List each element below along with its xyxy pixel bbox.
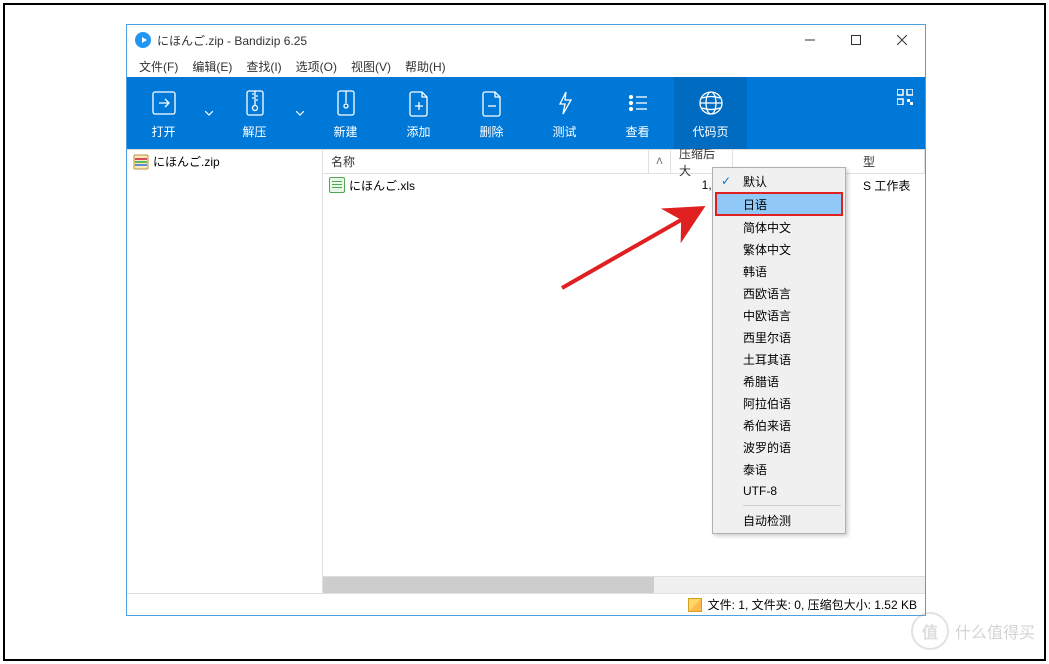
extract-chevron[interactable]: [291, 77, 309, 149]
codepage-icon: [695, 87, 727, 119]
statusbar: 文件: 1, 文件夹: 0, 压缩包大小: 1.52 KB: [127, 593, 925, 615]
test-button[interactable]: 测试: [528, 77, 601, 149]
tree-root-label: にほんご.zip: [153, 153, 220, 170]
extract-label: 解压: [242, 123, 266, 140]
dd-traditional-chinese[interactable]: 繁体中文: [715, 238, 843, 260]
close-button[interactable]: [879, 25, 925, 55]
menu-help[interactable]: 帮助(H): [399, 56, 452, 77]
check-icon: ✓: [721, 174, 731, 188]
qr-icon[interactable]: [885, 77, 925, 149]
add-button[interactable]: 添加: [382, 77, 455, 149]
horizontal-scrollbar[interactable]: [323, 576, 925, 593]
menu-file[interactable]: 文件(F): [133, 56, 184, 77]
dropdown-separator: [743, 505, 841, 506]
file-name: にほんご.xls: [349, 177, 649, 194]
dd-default[interactable]: ✓ 默认: [715, 170, 843, 192]
view-icon: [622, 87, 654, 119]
test-label: 测试: [552, 123, 576, 140]
view-button[interactable]: 查看: [601, 77, 674, 149]
dd-korean[interactable]: 韩语: [715, 260, 843, 282]
delete-button[interactable]: 删除: [455, 77, 528, 149]
dd-central-european[interactable]: 中欧语言: [715, 304, 843, 326]
dd-arabic[interactable]: 阿拉伯语: [715, 392, 843, 414]
open-chevron[interactable]: [200, 77, 218, 149]
codepage-dropdown: ✓ 默认 日语 简体中文 繁体中文 韩语 西欧语言 中欧语言 西里尔语 土耳其语…: [712, 167, 846, 534]
watermark: 值 什么值得买: [911, 612, 1035, 650]
menu-find[interactable]: 查找(I): [240, 56, 287, 77]
codepage-button[interactable]: 代码页: [674, 77, 747, 149]
menu-edit[interactable]: 编辑(E): [186, 56, 238, 77]
col-sort-indicator[interactable]: ᐱ: [649, 150, 671, 173]
status-text: 文件: 1, 文件夹: 0, 压缩包大小: 1.52 KB: [708, 596, 917, 613]
open-icon: [148, 87, 180, 119]
dd-utf8[interactable]: UTF-8: [715, 480, 843, 502]
status-icon: [688, 598, 702, 612]
dd-baltic[interactable]: 波罗的语: [715, 436, 843, 458]
codepage-label: 代码页: [692, 123, 728, 140]
open-label: 打开: [151, 123, 175, 140]
dd-simplified-chinese[interactable]: 简体中文: [715, 216, 843, 238]
archive-icon: [133, 154, 149, 170]
test-icon: [549, 87, 581, 119]
dd-thai[interactable]: 泰语: [715, 458, 843, 480]
new-icon: [330, 87, 362, 119]
open-button[interactable]: 打开: [127, 77, 200, 149]
extract-button[interactable]: 解压: [218, 77, 291, 149]
menubar: 文件(F) 编辑(E) 查找(I) 选项(O) 视图(V) 帮助(H): [127, 55, 925, 77]
toolbar: 打开 解压 新建 添加: [127, 77, 925, 149]
titlebar: にほんご.zip - Bandizip 6.25: [127, 25, 925, 55]
add-label: 添加: [406, 123, 430, 140]
dd-auto-detect[interactable]: 自动检测: [715, 509, 843, 531]
new-label: 新建: [333, 123, 357, 140]
new-button[interactable]: 新建: [309, 77, 382, 149]
extract-icon: [239, 87, 271, 119]
col-name[interactable]: 名称: [323, 150, 649, 173]
delete-label: 删除: [479, 123, 503, 140]
scrollbar-thumb[interactable]: [323, 577, 654, 593]
view-label: 查看: [625, 123, 649, 140]
menu-view[interactable]: 视图(V): [345, 56, 397, 77]
menu-options[interactable]: 选项(O): [290, 56, 343, 77]
dd-hebrew[interactable]: 希伯来语: [715, 414, 843, 436]
xls-icon: [329, 177, 345, 193]
minimize-button[interactable]: [787, 25, 833, 55]
maximize-button[interactable]: [833, 25, 879, 55]
dd-greek[interactable]: 希腊语: [715, 370, 843, 392]
window-title: にほんご.zip - Bandizip 6.25: [157, 32, 787, 49]
watermark-badge: 值: [911, 612, 949, 650]
tree-root[interactable]: にほんご.zip: [127, 150, 322, 173]
dd-cyrillic[interactable]: 西里尔语: [715, 326, 843, 348]
dd-turkish[interactable]: 土耳其语: [715, 348, 843, 370]
add-icon: [403, 87, 435, 119]
app-icon: [135, 32, 151, 48]
watermark-text: 什么值得买: [955, 619, 1035, 643]
sidebar: にほんご.zip: [127, 150, 323, 593]
dd-japanese[interactable]: 日语: [715, 192, 843, 216]
delete-icon: [476, 87, 508, 119]
window-controls: [787, 25, 925, 55]
dd-western-european[interactable]: 西欧语言: [715, 282, 843, 304]
